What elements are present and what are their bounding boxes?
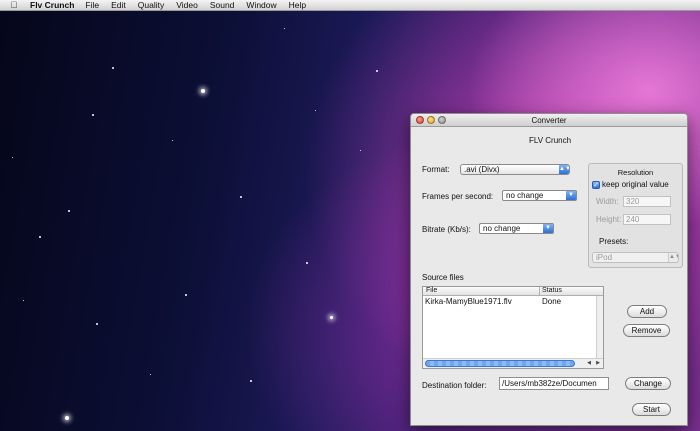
star xyxy=(92,114,94,116)
apple-icon[interactable]:  xyxy=(8,0,20,10)
minimize-window-button[interactable] xyxy=(427,116,435,124)
presets-value: iPod xyxy=(596,253,613,262)
star xyxy=(330,316,333,319)
star xyxy=(376,70,378,72)
menu-edit[interactable]: Edit xyxy=(111,0,126,10)
column-header-status[interactable]: Status xyxy=(542,287,562,295)
star xyxy=(240,196,242,198)
row-file: Kirka-MamyBlue1971.flv xyxy=(425,297,512,306)
star xyxy=(23,300,24,301)
bitrate-label: Bitrate (Kb/s): xyxy=(422,225,471,234)
window-titlebar[interactable]: Converter xyxy=(411,114,687,127)
height-label: Height: xyxy=(596,215,622,224)
checkmark-icon: ✓ xyxy=(592,180,600,189)
table-row[interactable]: Kirka-MamyBlue1971.flv Done xyxy=(423,296,603,307)
column-header-file[interactable]: File xyxy=(426,287,437,295)
star xyxy=(150,374,151,375)
star xyxy=(65,416,69,420)
star xyxy=(112,67,114,69)
destination-label: Destination folder: xyxy=(422,381,487,390)
chevron-down-icon: ▼ xyxy=(566,191,576,200)
select-arrows-icon: ▲▼ xyxy=(668,253,678,262)
format-select[interactable]: .avi (Divx) ▲▼ xyxy=(460,164,570,175)
star xyxy=(360,150,361,151)
close-window-button[interactable] xyxy=(416,116,424,124)
vertical-scrollbar[interactable] xyxy=(596,296,603,359)
scroll-thumb[interactable] xyxy=(425,360,575,367)
table-header: File Status xyxy=(423,287,603,296)
star xyxy=(250,380,252,382)
menu-sound[interactable]: Sound xyxy=(210,0,235,10)
presets-select[interactable]: iPod ▲▼ xyxy=(592,252,679,263)
chevron-down-icon: ▼ xyxy=(543,224,553,233)
start-button[interactable]: Start xyxy=(632,403,671,416)
star xyxy=(185,294,187,296)
bitrate-select[interactable]: no change ▼ xyxy=(479,223,554,234)
row-status: Done xyxy=(542,297,562,306)
star xyxy=(315,110,316,111)
format-label: Format: xyxy=(422,165,450,174)
star xyxy=(172,140,173,141)
menu-window[interactable]: Window xyxy=(246,0,276,10)
fps-value: no change xyxy=(506,191,544,200)
menu-help[interactable]: Help xyxy=(289,0,306,10)
app-heading: FLV Crunch xyxy=(528,136,572,145)
menu-video[interactable]: Video xyxy=(176,0,198,10)
star xyxy=(39,236,41,238)
keep-original-checkbox[interactable]: ✓ keep original value xyxy=(592,180,669,189)
window-title: Converter xyxy=(531,116,567,125)
width-field[interactable]: 320 xyxy=(623,196,671,207)
add-button[interactable]: Add xyxy=(627,305,667,318)
select-arrows-icon: ▲▼ xyxy=(559,165,570,174)
zoom-window-button[interactable] xyxy=(438,116,446,124)
fps-select[interactable]: no change ▼ xyxy=(502,190,577,201)
format-value: .avi (Divx) xyxy=(464,165,500,174)
resolution-group: Resolution ✓ keep original value Width: … xyxy=(588,163,683,268)
menu-quality[interactable]: Quality xyxy=(138,0,164,10)
destination-field[interactable]: /Users/mb382ze/Documen xyxy=(499,377,609,390)
scroll-left-icon[interactable]: ◀ xyxy=(585,360,593,367)
presets-label: Presets: xyxy=(599,237,629,246)
star xyxy=(12,157,13,158)
remove-button[interactable]: Remove xyxy=(623,324,670,337)
menu-app-name[interactable]: Flv Crunch xyxy=(30,0,74,10)
converter-window: Converter FLV Crunch Format: .avi (Divx)… xyxy=(410,113,688,426)
menu-file[interactable]: File xyxy=(85,0,99,10)
star xyxy=(68,210,70,212)
horizontal-scrollbar[interactable]: ◀ ▶ xyxy=(423,358,603,368)
width-label: Width: xyxy=(596,197,619,206)
star xyxy=(306,262,308,264)
change-button[interactable]: Change xyxy=(625,377,671,390)
height-field[interactable]: 240 xyxy=(623,214,671,225)
menu-bar:  Flv Crunch File Edit Quality Video Sou… xyxy=(0,0,700,11)
star xyxy=(201,89,205,93)
fps-label: Frames per second: xyxy=(422,192,494,201)
resolution-title: Resolution xyxy=(617,168,654,177)
keep-original-label: keep original value xyxy=(602,180,669,189)
star xyxy=(96,323,98,325)
bitrate-value: no change xyxy=(483,224,521,233)
star xyxy=(284,28,285,29)
source-files-label: Source files xyxy=(422,273,464,282)
source-files-table[interactable]: File Status Kirka-MamyBlue1971.flv Done … xyxy=(422,286,604,369)
scroll-right-icon[interactable]: ▶ xyxy=(594,360,602,367)
